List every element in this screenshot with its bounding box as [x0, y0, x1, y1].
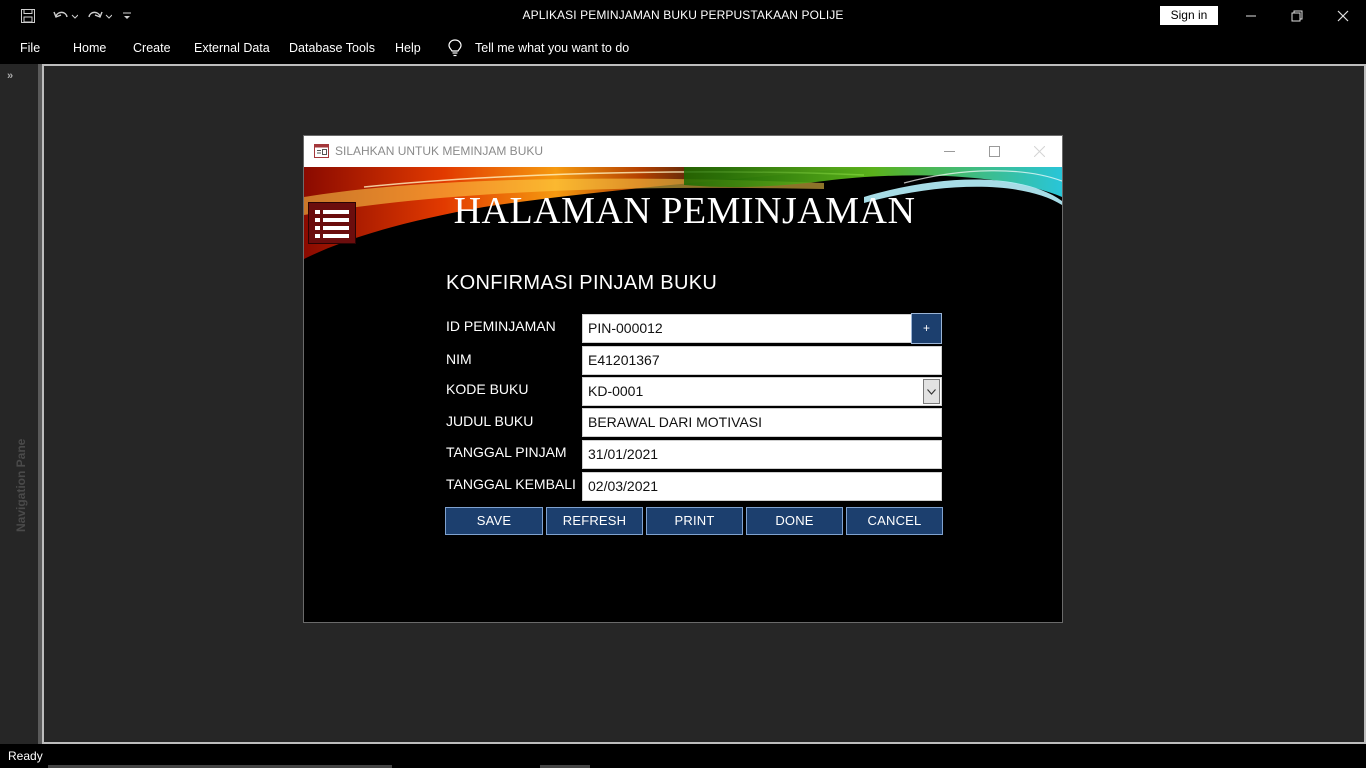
refresh-button[interactable]: REFRESH [546, 507, 643, 535]
form-maximize-icon[interactable] [972, 136, 1017, 167]
add-id-button[interactable]: + [911, 313, 942, 344]
label-tanggal-pinjam: TANGGAL PINJAM [446, 444, 567, 460]
form-close-icon[interactable] [1017, 136, 1062, 167]
done-button[interactable]: DONE [746, 507, 843, 535]
form-title: SILAHKAN UNTUK MEMINJAM BUKU [335, 144, 544, 158]
status-text: Ready [8, 749, 43, 763]
nim-field[interactable]: E41201367 [582, 346, 942, 375]
expand-chevron-icon[interactable]: » [7, 70, 13, 82]
judul-buku-field[interactable]: BERAWAL DARI MOTIVASI [582, 408, 942, 437]
label-nim: NIM [446, 351, 472, 367]
form-title-bar: SILAHKAN UNTUK MEMINJAM BUKU [304, 136, 1062, 167]
kode-buku-combobox[interactable]: KD-0001 [582, 377, 942, 406]
chevron-down-icon[interactable] [923, 379, 940, 404]
form-window: SILAHKAN UNTUK MEMINJAM BUKU HALAMAN PEM… [303, 135, 1063, 623]
section-title: KONFIRMASI PINJAM BUKU [446, 272, 718, 294]
header-banner: HALAMAN PEMINJAMAN [304, 167, 1062, 263]
tab-external-data[interactable]: External Data [194, 41, 270, 55]
lightbulb-icon [447, 39, 463, 57]
form-minimize-icon[interactable] [927, 136, 972, 167]
navigation-pane[interactable]: » Navigation Pane [0, 64, 38, 744]
ribbon-tabs: File Home Create External Data Database … [0, 32, 1366, 64]
tab-help[interactable]: Help [395, 41, 421, 55]
id-peminjaman-field[interactable]: PIN-000012 [582, 314, 912, 343]
minimize-icon[interactable] [1228, 0, 1274, 32]
sign-in-button[interactable]: Sign in [1160, 6, 1218, 25]
save-button[interactable]: SAVE [445, 507, 543, 535]
print-button[interactable]: PRINT [646, 507, 743, 535]
navigation-pane-label: Navigation Pane [14, 438, 28, 532]
tanggal-pinjam-field[interactable]: 31/01/2021 [582, 440, 942, 469]
label-tanggal-kembali: TANGGAL KEMBALI [446, 476, 576, 492]
label-kode-buku: KODE BUKU [446, 381, 529, 397]
tell-me-search[interactable]: Tell me what you want to do [475, 41, 629, 55]
form-icon [314, 144, 329, 158]
tab-create[interactable]: Create [133, 41, 171, 55]
tab-file[interactable]: File [20, 41, 40, 55]
title-bar: APLIKASI PEMINJAMAN BUKU PERPUSTAKAAN PO… [0, 0, 1366, 32]
tab-database-tools[interactable]: Database Tools [289, 41, 375, 55]
label-judul-buku: JUDUL BUKU [446, 413, 534, 429]
cancel-button[interactable]: CANCEL [846, 507, 943, 535]
close-icon[interactable] [1320, 0, 1366, 32]
restore-icon[interactable] [1274, 0, 1320, 32]
tanggal-kembali-field[interactable]: 02/03/2021 [582, 472, 942, 501]
label-id-peminjaman: ID PEMINJAMAN [446, 318, 556, 334]
page-heading: HALAMAN PEMINJAMAN [453, 190, 916, 232]
tab-home[interactable]: Home [73, 41, 106, 55]
